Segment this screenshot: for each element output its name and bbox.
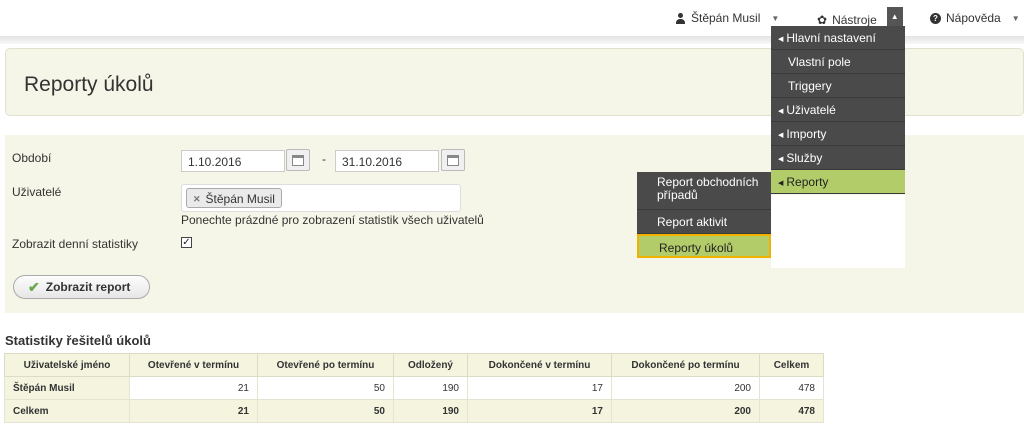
table-cell: 21 [129,399,258,423]
menu-item-custom-fields[interactable]: Vlastní pole [771,50,905,74]
tools-label: Nástroje [832,13,877,27]
column-header: Odložený [393,353,468,377]
column-header: Otevřené po termínu [257,353,394,377]
date-separator: - [322,152,326,166]
date-to-calendar-button[interactable] [441,149,465,171]
menu-item-imports[interactable]: ◀ Importy [771,122,905,146]
date-from-input[interactable]: 1.10.2016 [181,150,285,172]
page-title: Reporty úkolů [24,73,154,96]
selected-user-name: Štěpán Musil [205,192,275,206]
column-header: Dokončené v termínu [467,353,612,377]
table-cell: 21 [129,376,258,400]
submenu-item-deal-report[interactable]: Report obchodních případů [637,172,771,210]
gear-icon: ✿ [817,13,828,27]
daily-stats-checkbox[interactable]: ✓ [181,237,192,248]
menu-item-triggers[interactable]: Triggery [771,74,905,98]
calendar-icon [447,154,459,166]
table-cell: 17 [467,376,612,400]
show-report-button[interactable]: ✔ Zobrazit report [13,275,150,299]
submenu-item-task-reports[interactable]: Reporty úkolů [637,234,771,258]
menu-item-reports[interactable]: ◀ Reporty [771,170,905,194]
date-from-calendar-button[interactable] [286,149,310,171]
menu-item-label: Vlastní pole [788,55,851,69]
tools-dropdown-menu: ◀ Hlavní nastavení Vlastní pole Triggery … [771,26,905,194]
users-hint: Ponechte prázdné pro zobrazení statistik… [181,213,484,227]
menu-item-main-settings[interactable]: ◀ Hlavní nastavení [771,26,905,50]
table-cell: 200 [611,399,760,423]
column-header: Dokončené po termínu [611,353,760,377]
menu-item-label: Služby [786,151,823,165]
stats-title: Statistiky řešitelů úkolů [5,333,151,348]
reports-submenu: Report obchodních případů Report aktivit… [637,172,771,258]
column-header: Uživatelské jméno [4,353,130,377]
date-to-input[interactable]: 31.10.2016 [335,150,439,172]
table-cell: 200 [611,376,760,400]
daily-stats-label: Zobrazit denní statistiky [12,237,139,251]
help-menu[interactable]: ? Nápověda ▼ [930,11,1020,25]
cell-total-label: Celkem [4,399,130,423]
show-report-label: Zobrazit report [45,280,131,294]
table-header-row: Uživatelské jméno Otevřené v termínu Ote… [4,353,824,377]
menu-item-label: Importy [786,127,827,141]
cell-user-name: Štěpán Musil [4,376,130,400]
column-header: Otevřené v termínu [129,353,258,377]
period-label: Období [12,151,52,165]
user-menu[interactable]: Štěpán Musil ▼ [675,11,779,25]
users-label: Uživatelé [12,185,62,199]
menu-item-users[interactable]: ◀ Uživatelé [771,98,905,122]
menu-backdrop [771,195,905,268]
chevron-down-icon: ▼ [771,13,780,23]
table-cell: 478 [759,376,824,400]
table-cell: 190 [393,376,468,400]
column-header: Celkem [759,353,824,377]
table-cell: 190 [393,399,468,423]
table-cell: 478 [759,399,824,423]
menu-item-services[interactable]: ◀ Služby [771,146,905,170]
users-select[interactable]: ✕ Štěpán Musil [181,184,461,212]
table-row: Štěpán Musil 21 50 190 17 200 478 [4,376,824,400]
menu-item-label: Reporty [786,175,829,189]
checkmark-icon: ✔ [28,279,40,295]
menu-item-label: Hlavní nastavení [786,31,876,45]
user-name: Štěpán Musil [691,11,761,25]
submenu-item-activity-report[interactable]: Report aktivit [637,210,771,234]
user-icon [675,12,686,24]
stats-table: Uživatelské jméno Otevřené v termínu Ote… [4,353,824,423]
chevron-left-icon: ◀ [778,180,784,187]
help-icon: ? [930,12,941,24]
chevron-down-icon: ▼ [1011,13,1020,23]
calendar-icon [292,154,304,166]
chevron-left-icon: ◀ [778,156,784,163]
chevron-left-icon: ◀ [778,108,784,115]
table-total-row: Celkem 21 50 190 17 200 478 [4,399,824,423]
menu-item-label: Triggery [788,79,832,93]
table-cell: 50 [257,399,394,423]
chevron-left-icon: ◀ [778,36,784,43]
remove-tag-icon[interactable]: ✕ [193,194,201,205]
table-cell: 50 [257,376,394,400]
menu-item-label: Uživatelé [786,103,836,117]
help-label: Nápověda [946,11,1001,25]
table-cell: 17 [467,399,612,423]
selected-user-tag[interactable]: ✕ Štěpán Musil [186,188,282,208]
chevron-left-icon: ◀ [778,132,784,139]
